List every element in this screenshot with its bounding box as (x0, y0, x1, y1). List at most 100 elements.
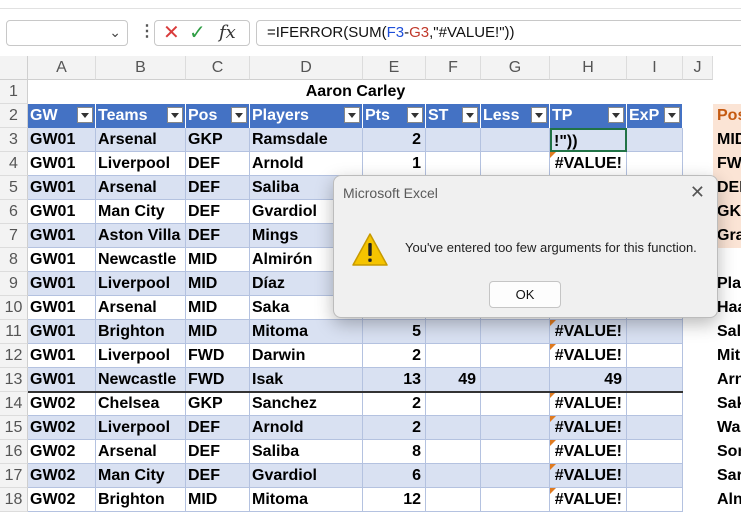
row-header[interactable]: 5 (0, 176, 28, 200)
cell-gw[interactable]: GW01 (28, 344, 96, 368)
cell-less[interactable] (481, 368, 550, 392)
side-cell[interactable]: Sali (713, 320, 741, 344)
cell-gw[interactable]: GW02 (28, 488, 96, 512)
cell-pts[interactable]: 2 (363, 416, 426, 440)
column-header-f[interactable]: F (426, 56, 481, 80)
cell-pts[interactable]: 2 (363, 344, 426, 368)
select-all-corner[interactable] (0, 56, 28, 80)
side-cell[interactable]: FWD (713, 152, 741, 176)
cell-pos[interactable]: FWD (186, 344, 250, 368)
row-header[interactable]: 10 (0, 296, 28, 320)
cell-team[interactable]: Aston Villa (96, 224, 186, 248)
side-cell[interactable]: Sar (713, 464, 741, 488)
name-box[interactable]: ⌄ (6, 20, 128, 46)
column-header-c[interactable]: C (186, 56, 250, 80)
column-header-e[interactable]: E (363, 56, 426, 80)
row-header-1[interactable]: 1 (0, 80, 28, 104)
cell-pos[interactable]: DEF (186, 440, 250, 464)
cell-st[interactable] (426, 416, 481, 440)
cell-tp[interactable]: #VALUE! (550, 416, 627, 440)
row-header[interactable]: 15 (0, 416, 28, 440)
cell-team[interactable]: Liverpool (96, 272, 186, 296)
cell-pos[interactable]: GKP (186, 392, 250, 416)
chevron-down-icon[interactable]: ⌄ (109, 24, 121, 41)
cell-st[interactable] (426, 488, 481, 512)
cell-less[interactable] (481, 440, 550, 464)
cell-less[interactable] (481, 128, 550, 152)
row-header[interactable]: 16 (0, 440, 28, 464)
row-header[interactable]: 9 (0, 272, 28, 296)
cell-team[interactable]: Chelsea (96, 392, 186, 416)
cell-pts[interactable]: 13 (363, 368, 426, 392)
cell-pts[interactable]: 6 (363, 464, 426, 488)
cell-tp[interactable]: #VALUE! (550, 152, 627, 176)
side-cell[interactable]: MID (713, 128, 741, 152)
close-icon[interactable]: ✕ (690, 182, 705, 203)
header-pos[interactable]: Pos (186, 104, 250, 128)
side-cell[interactable]: Arn (713, 368, 741, 392)
cell-pos[interactable]: GKP (186, 128, 250, 152)
more-options-icon[interactable]: ⋮ (139, 21, 155, 41)
cell-pos[interactable]: MID (186, 248, 250, 272)
row-header[interactable]: 6 (0, 200, 28, 224)
header-players[interactable]: Players (250, 104, 363, 128)
row-header[interactable]: 17 (0, 464, 28, 488)
cell-team[interactable]: Man City (96, 200, 186, 224)
cell-pos[interactable]: MID (186, 272, 250, 296)
filter-dropdown-icon[interactable] (608, 107, 624, 123)
row-header[interactable]: 18 (0, 488, 28, 512)
header-st[interactable]: ST (426, 104, 481, 128)
side-cell[interactable]: Aln (713, 488, 741, 512)
side-cell[interactable]: Sak (713, 392, 741, 416)
cell-player[interactable]: Arnold (250, 152, 363, 176)
header-pts[interactable]: Pts (363, 104, 426, 128)
filter-dropdown-icon[interactable] (664, 107, 680, 123)
cell-gw[interactable]: GW01 (28, 176, 96, 200)
cell-gw[interactable]: GW02 (28, 440, 96, 464)
cell-pos[interactable]: DEF (186, 176, 250, 200)
cell-tp[interactable]: #VALUE! (550, 320, 627, 344)
cell-team[interactable]: Arsenal (96, 176, 186, 200)
cell-less[interactable] (481, 152, 550, 176)
side-cell[interactable]: Wa (713, 416, 741, 440)
header-teams[interactable]: Teams (96, 104, 186, 128)
side-cell[interactable]: Son (713, 440, 741, 464)
cell-tp[interactable]: #VALUE! (550, 440, 627, 464)
cell-gw[interactable]: GW01 (28, 152, 96, 176)
cell-team[interactable]: Newcastle (96, 248, 186, 272)
row-header[interactable]: 13 (0, 368, 28, 392)
cell-st[interactable] (426, 392, 481, 416)
header-tp[interactable]: TP (550, 104, 627, 128)
column-header-g[interactable]: G (481, 56, 550, 80)
cell-less[interactable] (481, 320, 550, 344)
filter-dropdown-icon[interactable] (462, 107, 478, 123)
cell-pos[interactable]: DEF (186, 152, 250, 176)
cell-pts[interactable]: 2 (363, 392, 426, 416)
cell-st[interactable] (426, 152, 481, 176)
cell-team[interactable]: Man City (96, 464, 186, 488)
row-header[interactable]: 11 (0, 320, 28, 344)
row-header[interactable]: 4 (0, 152, 28, 176)
column-header-a[interactable]: A (28, 56, 96, 80)
cell-st[interactable] (426, 128, 481, 152)
column-header-i[interactable]: I (627, 56, 683, 80)
cell-exp[interactable] (627, 344, 683, 368)
cell-team[interactable]: Arsenal (96, 128, 186, 152)
column-header-j[interactable]: J (683, 56, 713, 80)
column-header-b[interactable]: B (96, 56, 186, 80)
row-header[interactable]: 8 (0, 248, 28, 272)
cell-team[interactable]: Arsenal (96, 440, 186, 464)
cell-exp[interactable] (627, 368, 683, 392)
cell-player[interactable]: Gvardiol (250, 464, 363, 488)
cell-exp[interactable] (627, 488, 683, 512)
cell-gw[interactable]: GW02 (28, 416, 96, 440)
cell-team[interactable]: Arsenal (96, 296, 186, 320)
cell-pos[interactable]: DEF (186, 200, 250, 224)
cell-gw[interactable]: GW01 (28, 224, 96, 248)
cell-pts[interactable]: 8 (363, 440, 426, 464)
insert-function-icon[interactable]: fx (219, 22, 236, 44)
row-header-2[interactable]: 2 (0, 104, 28, 128)
cell-st[interactable] (426, 344, 481, 368)
cell-pos[interactable]: MID (186, 488, 250, 512)
cell-player[interactable]: Sanchez (250, 392, 363, 416)
